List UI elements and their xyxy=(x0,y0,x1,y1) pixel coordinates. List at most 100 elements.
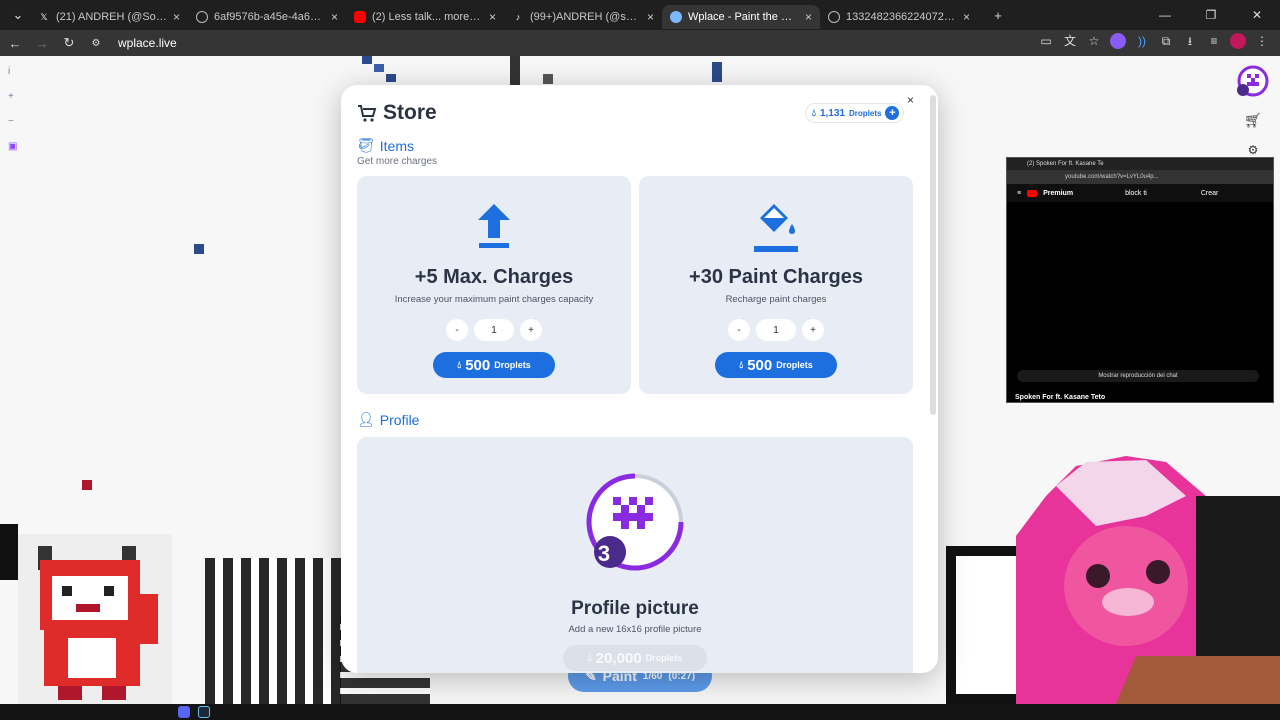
site-settings-icon[interactable]: ⚙ xyxy=(84,38,108,49)
canvas-pixel xyxy=(510,56,520,86)
tab-6[interactable]: 1332482366224072725.png (1 × xyxy=(820,5,978,29)
price-unit: Droplets xyxy=(645,653,683,663)
left-toolbar: i + − ▣ xyxy=(8,66,17,152)
tab-4[interactable]: ♪ (99+)ANDREH (@soyandreh) | T × xyxy=(504,5,662,29)
store-header: Store xyxy=(357,101,437,125)
address-bar: ← → ↻ ⚙ wplace.live ▭ 文 ☆ )) ⧉ ⭳ ≡ ⋮ xyxy=(0,30,1280,56)
reload-icon[interactable]: ↻ xyxy=(57,35,81,51)
wplace-icon xyxy=(670,11,682,23)
star-icon[interactable]: ☆ xyxy=(1086,33,1102,49)
price: 500 xyxy=(747,356,773,374)
decrement-button[interactable]: - xyxy=(728,319,750,341)
tab-strip: ⌄ 𝕏 (21) ANDREH (@SoyAndreh) / X × 6af9576… xyxy=(0,0,1280,30)
tab-3[interactable]: (2) Less talk... more action. / Lo × xyxy=(346,5,504,29)
pixel-character-overlay xyxy=(18,534,172,704)
canvas-artwork xyxy=(205,558,341,704)
decrement-button[interactable]: - xyxy=(446,319,468,341)
item-title: Profile picture xyxy=(571,598,699,619)
twitch-icon[interactable]: ▣ xyxy=(8,141,17,152)
media-icon[interactable]: ≡ xyxy=(1206,33,1222,49)
pip-search: block ti xyxy=(1125,189,1147,197)
voice-icon[interactable]: )) xyxy=(1134,33,1150,49)
new-tab-button[interactable]: + xyxy=(986,8,1010,23)
item-title: +5 Max. Charges xyxy=(414,266,574,288)
tab-title: Wplace - Paint the world xyxy=(688,11,799,23)
item-title: +30 Paint Charges xyxy=(689,266,863,288)
modal-scrollbar[interactable] xyxy=(930,95,936,415)
info-icon[interactable]: i xyxy=(8,66,17,77)
close-icon[interactable]: × xyxy=(805,10,812,24)
item-card-max-charges: +5 Max. Charges Increase your maximum pa… xyxy=(357,176,631,394)
vtuber-art xyxy=(1016,456,1280,704)
restore-icon[interactable]: ❐ xyxy=(1188,0,1234,30)
canvas-pixel xyxy=(362,56,372,64)
droplet-icon: 💧︎ xyxy=(587,652,592,664)
minimize-icon[interactable]: — xyxy=(1142,0,1188,30)
upload-arrow-icon xyxy=(357,202,631,256)
tab-title: 1332482366224072725.png (1 xyxy=(846,11,957,23)
globe-icon xyxy=(196,11,208,23)
tab-search-icon[interactable]: ⌄ xyxy=(6,7,30,23)
vtuber-overlay xyxy=(1016,456,1280,704)
canvas-pixel xyxy=(374,64,384,72)
quantity-input[interactable]: 1 xyxy=(756,319,796,341)
close-icon[interactable]: × xyxy=(647,10,654,24)
url-field[interactable]: wplace.live xyxy=(118,36,177,50)
pip-chat-button: Mostrar reproducción del chat xyxy=(1017,370,1259,382)
zoom-out-icon[interactable]: − xyxy=(8,116,17,127)
cart-icon[interactable]: 🛒︎ xyxy=(1244,112,1262,129)
increment-button[interactable]: + xyxy=(802,319,824,341)
translate-icon[interactable]: 文 xyxy=(1062,33,1078,49)
gear-icon[interactable]: ⚙ xyxy=(1248,143,1259,157)
buy-button[interactable]: 💧︎ 500 Droplets xyxy=(715,352,837,378)
quantity-input[interactable]: 1 xyxy=(474,319,514,341)
close-window-icon[interactable]: ✕ xyxy=(1234,0,1280,30)
pixel-character-art xyxy=(38,546,158,700)
close-icon[interactable]: × xyxy=(963,10,970,24)
puzzle-icon[interactable]: ⧉ xyxy=(1158,33,1174,49)
close-icon[interactable]: × xyxy=(489,10,496,24)
tab-2[interactable]: 6af9576b-a45e-4a64-9326-805 × xyxy=(188,5,346,29)
pip-window[interactable]: (2) Spoken For ft. Kasane Te youtube.com… xyxy=(1006,157,1274,403)
droplet-icon: 💧︎ xyxy=(457,359,462,371)
droplets-balance[interactable]: 💧︎ 1,131 Droplets + xyxy=(805,103,905,123)
download-icon[interactable]: ⭳ xyxy=(1182,33,1198,49)
pip-video-title: Spoken For ft. Kasane Teto xyxy=(1015,394,1106,401)
item-description: Increase your maximum paint charges capa… xyxy=(394,294,594,305)
close-icon[interactable]: × xyxy=(331,10,338,24)
tab-1[interactable]: 𝕏 (21) ANDREH (@SoyAndreh) / X × xyxy=(30,5,188,29)
quantity-stepper: - 1 + xyxy=(639,319,913,341)
steam-icon[interactable] xyxy=(198,706,210,718)
pip-url: youtube.com/watch?v=LvYL0u4p... xyxy=(1007,170,1273,184)
increment-button[interactable]: + xyxy=(520,319,542,341)
toolbar-icons: ▭ 文 ☆ )) ⧉ ⭳ ≡ ⋮ xyxy=(1038,33,1270,49)
buy-button[interactable]: 💧︎ 500 Droplets xyxy=(433,352,555,378)
paint-bucket-icon xyxy=(639,202,913,256)
cast-icon[interactable]: ▭ xyxy=(1038,33,1054,49)
canvas-pixel xyxy=(712,62,722,82)
add-droplets-button[interactable]: + xyxy=(885,106,900,120)
pip-header: ≡ Premium block ti Crear xyxy=(1007,184,1273,202)
droplets-unit: Droplets xyxy=(849,108,882,118)
youtube-premium-logo: Premium xyxy=(1043,189,1074,197)
price: 500 xyxy=(465,356,491,374)
tab-5[interactable]: Wplace - Paint the world × xyxy=(662,5,820,29)
buy-button[interactable]: 💧︎ 20,000 Droplets xyxy=(563,645,707,671)
forward-icon[interactable]: → xyxy=(30,36,54,51)
user-icon: 👤︎ xyxy=(357,411,375,427)
level-badge: 3 xyxy=(597,541,611,566)
user-avatar-icon[interactable] xyxy=(1236,64,1270,98)
profile-avatar-icon[interactable] xyxy=(1230,33,1246,49)
menu-icon[interactable]: ⋮ xyxy=(1254,33,1270,49)
canvas-pixel xyxy=(0,524,18,580)
extension-icon[interactable] xyxy=(1110,33,1126,49)
items-section-title: Items xyxy=(379,137,415,154)
close-icon[interactable]: × xyxy=(173,10,180,24)
discord-icon[interactable] xyxy=(178,706,190,718)
zoom-in-icon[interactable]: + xyxy=(8,91,17,102)
close-button[interactable]: × xyxy=(907,93,914,107)
back-icon[interactable]: ← xyxy=(3,36,27,51)
tab-title: (99+)ANDREH (@soyandreh) | T xyxy=(530,11,641,23)
profile-section-header: 👤︎ Profile xyxy=(357,411,419,428)
pip-tab: (2) Spoken For ft. Kasane Te xyxy=(1007,158,1273,170)
